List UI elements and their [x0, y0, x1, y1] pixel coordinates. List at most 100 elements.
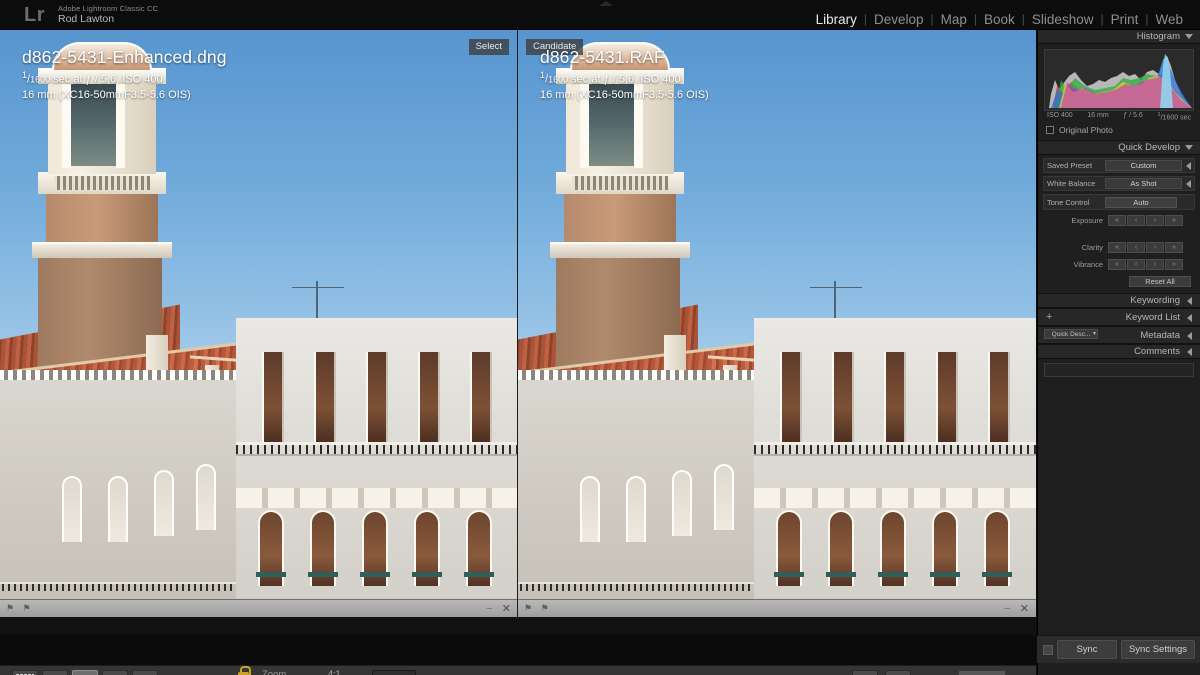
close-icon[interactable]: ✕: [1020, 602, 1029, 615]
exposure-decrease-large[interactable]: «: [1108, 215, 1126, 227]
tone-control-row: Tone Control Auto: [1043, 194, 1195, 211]
module-map[interactable]: Map: [934, 12, 974, 27]
clarity-row: Clarity « ‹ › »: [1043, 241, 1195, 254]
identity-plate[interactable]: Adobe Lightroom Classic CC Rod Lawton: [58, 4, 158, 26]
sync-bar: Sync Sync Settings: [1037, 635, 1200, 663]
candidate-exif-line1: 1/1600 sec at ƒ / 5.6, ISO 400: [540, 70, 681, 86]
clarity-label: Clarity: [1081, 243, 1103, 253]
metadata-preset-dropdown[interactable]: Quick Desc... ▾: [1044, 329, 1098, 340]
vibrance-increase-large[interactable]: »: [1165, 259, 1183, 271]
flag-icons[interactable]: ⚑ ⚑: [6, 603, 34, 614]
right-panel: Histogram ISO 400 16 mm ƒ / 5.6 1/1600 s…: [1037, 30, 1200, 675]
chevron-left-icon[interactable]: [1186, 179, 1191, 188]
clarity-decrease-small[interactable]: ‹: [1127, 242, 1145, 254]
white-balance-row: White Balance As Shot: [1043, 176, 1195, 192]
quick-develop-header[interactable]: Quick Develop: [1038, 141, 1200, 156]
rating-dots[interactable]: · · · · ·: [743, 605, 810, 614]
module-book[interactable]: Book: [977, 12, 1022, 27]
compare-work-area: Select d862-5431-Enhanced.dng 1/1600 sec…: [0, 30, 1036, 675]
select-pane-footer: ⚑ ⚑ · · · · · – ✕: [0, 599, 517, 617]
arcade-molding: [236, 487, 517, 508]
add-keyword-icon[interactable]: +: [1046, 309, 1052, 326]
chevron-left-icon[interactable]: [1186, 161, 1191, 170]
zoom-label: Zoom: [262, 669, 287, 675]
candidate-pane[interactable]: Candidate d862-5431.RAF 1/1600 sec at ƒ …: [518, 30, 1036, 617]
metadata-header[interactable]: Quick Desc... ▾ Metadata: [1038, 327, 1200, 345]
select-badge: Select: [468, 39, 509, 55]
histogram-chart[interactable]: [1044, 49, 1194, 111]
grid-view-icon[interactable]: [12, 670, 38, 675]
auto-sync-toggle[interactable]: [1043, 645, 1053, 655]
candidate-photo-info: d862-5431.RAF 1/1600 sec at ƒ / 5.6, ISO…: [540, 46, 709, 103]
reset-row: Reset All: [1043, 275, 1195, 288]
histogram-svg: [1049, 54, 1192, 108]
module-develop[interactable]: Develop: [867, 12, 931, 27]
white-balance-select[interactable]: As Shot: [1105, 178, 1182, 190]
arcade-molding: [754, 487, 1036, 508]
done-button[interactable]: Done: [958, 670, 1007, 675]
exposure-increase-small[interactable]: ›: [1146, 215, 1164, 227]
close-icon[interactable]: ✕: [502, 602, 511, 615]
keyword-list-title: Keyword List: [1125, 312, 1180, 324]
clarity-increase-small[interactable]: ›: [1146, 242, 1164, 254]
sync-settings-button[interactable]: Sync Settings: [1121, 640, 1195, 659]
deselect-icon[interactable]: –: [486, 603, 492, 614]
clarity-increase-large[interactable]: »: [1165, 242, 1183, 254]
module-library[interactable]: Library: [809, 12, 864, 27]
sync-button[interactable]: Sync: [1057, 640, 1117, 659]
rating-dots[interactable]: · · · · ·: [225, 605, 292, 614]
chevron-left-icon[interactable]: [1187, 348, 1192, 357]
reset-all-button[interactable]: Reset All: [1129, 276, 1191, 288]
loupe-view-icon[interactable]: [42, 670, 68, 675]
candidate-photo[interactable]: [518, 30, 1036, 617]
select-pane[interactable]: Select d862-5431-Enhanced.dng 1/1600 sec…: [0, 30, 518, 617]
white-balance-label: White Balance: [1047, 179, 1096, 189]
window-row: [754, 351, 1036, 448]
select-photo[interactable]: [0, 30, 517, 617]
comments-body[interactable]: [1044, 363, 1194, 378]
deselect-icon[interactable]: –: [1004, 603, 1010, 614]
histogram-shutter: 1/1600 sec: [1157, 112, 1191, 122]
vibrance-decrease-small[interactable]: ‹: [1127, 259, 1145, 271]
user-name: Rod Lawton: [58, 13, 115, 25]
exposure-decrease-small[interactable]: ‹: [1127, 215, 1145, 227]
chevron-down-icon[interactable]: [1185, 34, 1193, 39]
auto-tone-button[interactable]: Auto: [1105, 196, 1177, 208]
chevron-left-icon[interactable]: [1187, 314, 1192, 323]
swap-photos-button[interactable]: X↔Y: [852, 670, 879, 675]
chevron-left-icon[interactable]: [1187, 297, 1192, 306]
exposure-buttons: « ‹ › »: [1108, 215, 1183, 227]
make-select-button[interactable]: X→Y: [885, 670, 912, 675]
original-photo-row[interactable]: Original Photo: [1038, 121, 1200, 140]
people-view-icon[interactable]: [132, 670, 158, 675]
bottom-toolbar: X|Y Compare : Zoom 4:1 Sync X↔Y X→Y ← → …: [0, 665, 1036, 675]
tone-control-label: Tone Control: [1047, 197, 1090, 207]
select-exif-line2: 16 mm (XC16-50mmF3.5-5.6 OIS): [22, 88, 191, 101]
chevron-down-icon[interactable]: [1185, 145, 1193, 151]
module-print[interactable]: Print: [1104, 12, 1146, 27]
clarity-decrease-large[interactable]: «: [1108, 242, 1126, 254]
keyword-list-header[interactable]: + Keyword List: [1038, 309, 1200, 327]
toolbar-sync-button[interactable]: Sync: [372, 670, 416, 675]
saved-preset-select[interactable]: Custom: [1105, 160, 1182, 172]
keywording-header[interactable]: Keywording: [1038, 294, 1200, 309]
histogram-header[interactable]: Histogram: [1038, 30, 1200, 44]
comments-header[interactable]: Comments: [1038, 345, 1200, 360]
module-web[interactable]: Web: [1148, 12, 1190, 27]
module-slideshow[interactable]: Slideshow: [1025, 12, 1101, 27]
compare-nav-tools: X↔Y X→Y ← → Done ▼: [852, 670, 1022, 675]
original-photo-checkbox[interactable]: [1046, 126, 1054, 135]
chevron-left-icon[interactable]: [1187, 332, 1192, 341]
compare-view-icon[interactable]: X|Y: [72, 670, 98, 675]
arch-row: [754, 509, 1036, 590]
vibrance-decrease-large[interactable]: «: [1108, 259, 1126, 271]
top-panel-toggle[interactable]: [599, 1, 613, 6]
zoom-ratio: 4:1: [328, 669, 341, 675]
candidate-pane-footer: ⚑ ⚑ · · · · · – ✕: [518, 599, 1036, 617]
exposure-increase-large[interactable]: »: [1165, 215, 1183, 227]
lightroom-window: Lr Adobe Lightroom Classic CC Rod Lawton…: [0, 0, 1200, 675]
survey-view-icon[interactable]: [102, 670, 128, 675]
flag-icons[interactable]: ⚑ ⚑: [524, 603, 552, 614]
vibrance-increase-small[interactable]: ›: [1146, 259, 1164, 271]
quick-develop-body: Saved Preset Custom White Balance As Sho…: [1038, 155, 1200, 293]
